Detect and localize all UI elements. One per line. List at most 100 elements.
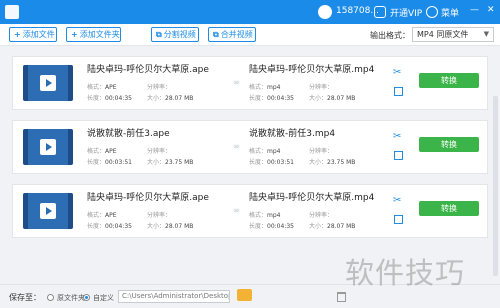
duration-label: 长度：	[249, 223, 268, 230]
play-icon	[40, 203, 56, 219]
convert-button[interactable]: 转换	[419, 201, 479, 216]
menu-button[interactable]: 菜单	[441, 6, 459, 19]
duration-label: 长度：	[87, 95, 106, 102]
convert-button[interactable]: 转换	[419, 137, 479, 152]
target-resolution: 分辨率：	[309, 146, 333, 155]
radio-source-folder[interactable]	[47, 294, 54, 301]
open-vip-button[interactable]: 开通VIP	[390, 6, 422, 19]
trash-icon[interactable]	[337, 292, 346, 302]
resolution-label: 分辨率：	[309, 212, 334, 219]
size-label: 大小：	[309, 223, 328, 230]
source-duration: 长度：00:04:35	[87, 93, 132, 102]
save-to-label: 保存至：	[9, 293, 41, 302]
list-item[interactable]: 说散就散-前任3.ape 格式：APE 分辨率： 长度：00:03:51 大小：…	[12, 120, 488, 174]
list-item[interactable]: 陆央卓玛-呼伦贝尔大草原.ape 格式：APE 分辨率： 长度：00:04:35…	[12, 184, 488, 238]
source-duration: 长度：00:03:51	[87, 157, 132, 166]
edit-icon[interactable]	[394, 151, 403, 160]
format-label: 格式：	[87, 148, 106, 155]
merge-video-button[interactable]: ⧉ 合并视频	[208, 27, 256, 42]
menu-icon[interactable]	[426, 6, 438, 18]
folder-icon[interactable]	[237, 289, 252, 301]
duration-label: 长度：	[87, 223, 106, 230]
radio-custom[interactable]	[83, 294, 90, 301]
close-button[interactable]: ✕	[487, 5, 495, 15]
scissors-icon[interactable]: ✂	[393, 131, 401, 142]
target-size-value: 23.75 MB	[327, 159, 356, 166]
vip-icon[interactable]	[374, 6, 386, 18]
target-size-value: 28.07 MB	[327, 223, 356, 230]
source-format-value: APE	[105, 148, 117, 155]
source-format-value: APE	[105, 212, 117, 219]
source-size-value: 28.07 MB	[165, 95, 194, 102]
format-label: 格式：	[249, 84, 268, 91]
output-path-input[interactable]: C:\Users\Administrator\Desktop	[118, 290, 230, 303]
resolution-label: 分辨率：	[147, 212, 172, 219]
output-format-select[interactable]: MP4 同原文件 ▼	[412, 27, 494, 42]
custom-option-label[interactable]: 自定义	[93, 293, 114, 303]
size-label: 大小：	[309, 95, 328, 102]
file-list: 陆央卓玛-呼伦贝尔大草原.ape 格式：APE 分辨率： 长度：00:04:35…	[0, 46, 500, 284]
target-filename: 说散就散-前任3.mp4	[249, 129, 336, 139]
split-video-label: 分割视频	[163, 30, 196, 39]
plus-icon: +	[14, 30, 21, 39]
merge-icon: ⧉	[213, 30, 219, 39]
account-phone[interactable]: 158708...	[336, 6, 379, 16]
format-label: 格式：	[249, 212, 268, 219]
target-format-value: mp4	[267, 84, 281, 91]
scissors-icon[interactable]: ✂	[393, 67, 401, 78]
source-format: 格式：APE	[87, 82, 117, 91]
arrow-right-icon: ›››	[233, 206, 240, 216]
target-format-value: mp4	[267, 212, 281, 219]
source-duration-value: 00:04:35	[105, 223, 132, 230]
source-resolution: 分辨率：	[147, 146, 171, 155]
target-duration-value: 00:03:51	[267, 159, 294, 166]
source-format: 格式：APE	[87, 210, 117, 219]
size-label: 大小：	[147, 159, 166, 166]
format-label: 格式：	[249, 148, 268, 155]
source-size-value: 23.75 MB	[165, 159, 194, 166]
source-size-value: 28.07 MB	[165, 223, 194, 230]
add-file-button[interactable]: + 添加文件	[9, 27, 57, 42]
add-file-label: 添加文件	[22, 30, 55, 39]
avatar-icon[interactable]	[318, 5, 332, 19]
arrow-right-icon: ›››	[233, 142, 240, 152]
convert-button[interactable]: 转换	[419, 73, 479, 88]
duration-label: 长度：	[249, 159, 268, 166]
list-item[interactable]: 陆央卓玛-呼伦贝尔大草原.ape 格式：APE 分辨率： 长度：00:04:35…	[12, 56, 488, 110]
target-duration-value: 00:04:35	[267, 223, 294, 230]
scrollbar[interactable]	[493, 96, 498, 276]
source-folder-option-label[interactable]: 原文件夹	[57, 293, 85, 303]
chevron-down-icon: ▼	[483, 30, 489, 38]
target-format: 格式：mp4	[249, 146, 281, 155]
watermark: 软件技巧	[345, 256, 466, 290]
add-folder-button[interactable]: + 添加文件夹	[66, 27, 121, 42]
target-resolution: 分辨率：	[309, 82, 333, 91]
minimize-button[interactable]: —	[470, 5, 479, 15]
source-resolution: 分辨率：	[147, 82, 171, 91]
app-icon	[5, 5, 19, 19]
target-size-value: 28.07 MB	[327, 95, 356, 102]
target-filename: 陆央卓玛-呼伦贝尔大草原.mp4	[249, 193, 375, 203]
target-duration: 长度：00:04:35	[249, 93, 294, 102]
arrow-right-icon: ›››	[233, 78, 240, 88]
source-filename: 说散就散-前任3.ape	[87, 129, 170, 139]
video-thumbnail	[23, 129, 73, 165]
plus-icon: +	[71, 30, 78, 39]
source-size: 大小：28.07 MB	[147, 93, 193, 102]
output-format-value: MP4 同原文件	[417, 30, 469, 39]
add-folder-label: 添加文件夹	[79, 30, 120, 39]
scissors-icon[interactable]: ✂	[393, 195, 401, 206]
title-bar: 158708... 开通VIP 菜单 — ✕	[0, 0, 500, 24]
edit-icon[interactable]	[394, 87, 403, 96]
split-video-button[interactable]: ⧉ 分割视频	[151, 27, 199, 42]
resolution-label: 分辨率：	[309, 84, 334, 91]
merge-video-label: 合并视频	[220, 30, 253, 39]
source-filename: 陆央卓玛-呼伦贝尔大草原.ape	[87, 65, 209, 75]
resolution-label: 分辨率：	[147, 148, 172, 155]
source-duration: 长度：00:04:35	[87, 221, 132, 230]
toolbar: + 添加文件 + 添加文件夹 ⧉ 分割视频 ⧉ 合并视频 输出格式： MP4 同原文件 …	[0, 24, 500, 46]
resolution-label: 分辨率：	[147, 84, 172, 91]
edit-icon[interactable]	[394, 215, 403, 224]
play-icon	[40, 75, 56, 91]
target-duration: 长度：00:03:51	[249, 157, 294, 166]
